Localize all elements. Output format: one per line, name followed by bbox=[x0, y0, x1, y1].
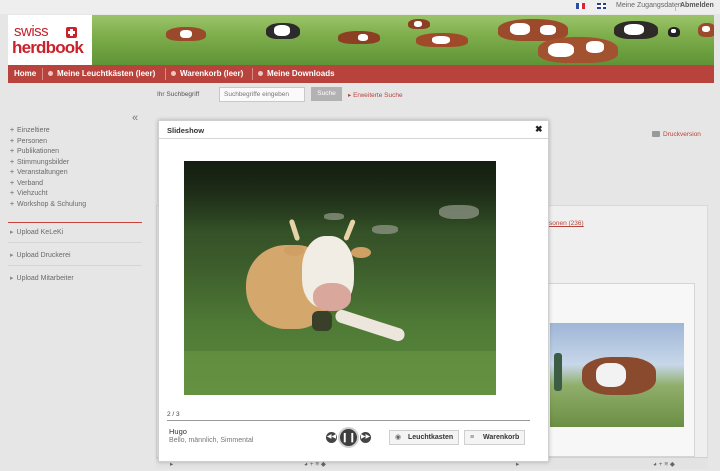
collapse-sidebar-icon[interactable]: « bbox=[132, 112, 138, 124]
nav-lightboxes[interactable]: Meine Leuchtkästen (leer) bbox=[48, 69, 155, 78]
image-rock bbox=[439, 205, 479, 219]
cow-ear-right bbox=[351, 247, 371, 258]
banner-cow-image bbox=[614, 21, 658, 39]
sidebar-category-list: + Einzeltiere + Personen + Publikationen + S… bbox=[10, 127, 86, 211]
slideshow-modal: Slideshow ✖ 2 / 3 Hugo Bello, männlich, … bbox=[158, 120, 549, 462]
sidebar-divider bbox=[8, 222, 142, 223]
card-actions-icons[interactable]: ◕ + ≡ ◆ bbox=[653, 460, 675, 468]
cow-muzzle bbox=[313, 283, 351, 311]
banner-cow-image bbox=[166, 27, 206, 41]
nav-home[interactable]: Home bbox=[14, 69, 36, 78]
nav-separator bbox=[42, 68, 43, 80]
sidebar-item-publikationen[interactable]: + Publikationen bbox=[10, 148, 86, 159]
next-icon[interactable]: ▶▶ bbox=[360, 432, 371, 443]
slide-counter: 2 / 3 bbox=[167, 411, 180, 418]
search-button[interactable]: Suche bbox=[311, 87, 342, 101]
search-input[interactable] bbox=[219, 87, 305, 102]
cow-leg bbox=[333, 308, 407, 343]
sidebar-item-personen[interactable]: + Personen bbox=[10, 138, 86, 149]
animal-description: Bello, männlich, Simmental bbox=[169, 437, 254, 444]
banner-cow-image bbox=[668, 27, 680, 37]
upload-mitarbeiter-link[interactable]: ▸ Upload Mitarbeiter bbox=[10, 274, 74, 282]
plus-icon: + bbox=[10, 179, 15, 187]
plus-icon: + bbox=[10, 169, 15, 176]
print-version-link[interactable]: Druckversion bbox=[652, 131, 701, 138]
image-grass bbox=[184, 351, 496, 395]
plus-icon: + bbox=[10, 137, 15, 145]
lightbox-icon bbox=[48, 71, 53, 76]
nav-separator bbox=[165, 68, 166, 80]
plus-icon: + bbox=[10, 190, 15, 197]
thumbnail-person bbox=[554, 353, 562, 391]
top-utility-bar: Meine Zugangsdaten Abmelden bbox=[0, 0, 720, 14]
sidebar-item-workshop[interactable]: + Workshop & Schulung bbox=[10, 201, 86, 212]
modal-header: Slideshow ✖ bbox=[159, 121, 548, 139]
close-icon[interactable]: ✖ bbox=[535, 124, 543, 135]
advanced-search-link[interactable]: ▸ Erweiterte Suche bbox=[348, 91, 403, 99]
add-to-lightbox-button[interactable]: ◉ Leuchtkasten bbox=[389, 430, 459, 445]
cart-icon bbox=[171, 71, 176, 76]
main-nav: Home Meine Leuchtkästen (leer) Warenkorb… bbox=[8, 65, 714, 83]
arrow-right-icon: ▸ bbox=[10, 252, 14, 259]
modal-divider bbox=[167, 420, 530, 421]
logout-link[interactable]: Abmelden bbox=[680, 2, 714, 9]
banner-cow-image bbox=[266, 23, 300, 39]
nav-cart[interactable]: Warenkorb (leer) bbox=[171, 69, 243, 78]
animal-name: Hugo bbox=[169, 427, 187, 436]
cow-bell bbox=[312, 311, 332, 331]
image-rock bbox=[372, 225, 398, 234]
sidebar-item-verband[interactable]: + Verband bbox=[10, 180, 86, 191]
upload-keleki-link[interactable]: ▸ Upload KeLeKi bbox=[10, 228, 63, 236]
plus-icon: + bbox=[10, 158, 15, 166]
sidebar-item-viehzucht[interactable]: + Viehzucht bbox=[10, 190, 86, 201]
plus-icon: + bbox=[10, 200, 15, 208]
flag-uk-icon[interactable] bbox=[597, 3, 606, 9]
plus-icon: + bbox=[10, 127, 15, 134]
slideshow-image bbox=[184, 161, 496, 395]
header-banner: swiss herdbook bbox=[8, 15, 714, 65]
banner-cow-image bbox=[538, 37, 618, 63]
add-to-cart-button[interactable]: ≡ Warenkorb bbox=[464, 430, 525, 445]
topbar-separator bbox=[675, 3, 676, 11]
modal-title: Slideshow bbox=[167, 126, 205, 135]
flag-fr-icon[interactable] bbox=[576, 3, 585, 9]
banner-cow-image bbox=[408, 19, 430, 29]
download-icon bbox=[258, 71, 263, 76]
search-label: Ihr Suchbegriff bbox=[157, 91, 200, 98]
search-bar: Ihr Suchbegriff Suche ▸ Erweiterte Suche bbox=[8, 83, 714, 107]
arrow-right-icon: ▸ bbox=[10, 275, 14, 282]
lightbulb-icon: ◉ bbox=[395, 434, 402, 441]
nav-separator bbox=[252, 68, 253, 80]
cart-icon: ≡ bbox=[470, 434, 475, 441]
pause-icon[interactable]: ❙❙ bbox=[338, 427, 359, 448]
sidebar-item-stimmungsbilder[interactable]: + Stimmungsbilder bbox=[10, 159, 86, 170]
cow-ear-left bbox=[284, 245, 304, 256]
banner-cow-image bbox=[338, 31, 380, 44]
result-thumbnail[interactable] bbox=[550, 323, 684, 427]
thumbnail-cow-patch bbox=[596, 363, 626, 387]
sidebar-divider bbox=[8, 242, 142, 243]
arrow-right-icon: ▸ bbox=[10, 229, 14, 236]
previous-icon[interactable]: ◀◀ bbox=[326, 432, 337, 443]
nav-downloads[interactable]: Meine Downloads bbox=[258, 69, 335, 78]
sidebar-item-veranstaltungen[interactable]: + Veranstaltungen bbox=[10, 169, 86, 180]
banner-cow-image bbox=[416, 33, 468, 47]
sidebar-item-einzeltiere[interactable]: + Einzeltiere bbox=[10, 127, 86, 138]
banner-cow-image bbox=[698, 23, 714, 37]
swiss-cross-icon bbox=[66, 27, 77, 38]
image-rock bbox=[324, 213, 344, 220]
logo[interactable]: swiss herdbook bbox=[8, 15, 92, 65]
plus-icon: + bbox=[10, 148, 15, 155]
sidebar-divider bbox=[8, 265, 142, 266]
logo-line-2: herdbook bbox=[12, 38, 84, 57]
account-link[interactable]: Meine Zugangsdaten bbox=[616, 2, 682, 9]
printer-icon bbox=[652, 131, 660, 137]
category-count-link[interactable]: sonen (236) bbox=[549, 220, 584, 227]
upload-druckerei-link[interactable]: ▸ Upload Druckerei bbox=[10, 251, 71, 259]
image-shadow bbox=[184, 161, 496, 231]
